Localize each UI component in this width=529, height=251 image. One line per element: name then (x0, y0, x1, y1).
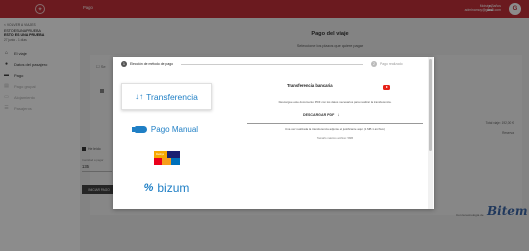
method-label: bizum (157, 181, 190, 195)
step-2: 2 Pago realizado (371, 61, 403, 67)
step-1: 1 Elección de método de pago (121, 61, 173, 67)
step-connector (181, 64, 363, 65)
bizum-icon: % (143, 182, 154, 194)
download-pdf-button[interactable]: DESCARGAR PDF ↓ (303, 112, 340, 117)
step-number: 2 (371, 61, 377, 67)
method-card[interactable]: Redsys (121, 146, 212, 170)
download-icon: ↓ (337, 112, 340, 117)
detail-title: Transferencia bancaria (287, 83, 333, 88)
stepper: 1 Elección de método de pago 2 Pago real… (113, 57, 427, 73)
method-label: Pago Manual (150, 124, 199, 134)
upload-proof-link[interactable]: Una vez realizada la transferencia adjun… (241, 127, 429, 131)
scrollbar-thumb[interactable] (429, 59, 432, 151)
transfer-arrows-icon: ↓↑ (135, 92, 144, 101)
method-transfer[interactable]: ↓↑ Transferencia (121, 83, 212, 110)
download-underline (247, 123, 423, 124)
method-bizum[interactable]: % bizum (121, 175, 212, 201)
step-label: Elección de método de pago (130, 62, 173, 66)
dialog-scrollbar[interactable] (428, 57, 433, 209)
download-label: DESCARGAR PDF (303, 112, 335, 117)
maestro-logo (162, 158, 171, 165)
payment-method-dialog: 1 Elección de método de pago 2 Pago real… (113, 57, 434, 209)
amex-logo (170, 158, 180, 165)
card-brands-icon: Redsys (153, 151, 180, 165)
youtube-icon[interactable] (383, 85, 390, 90)
detail-description: Descargue este documento PDF con los dat… (278, 100, 392, 104)
method-manual[interactable]: Pago Manual (121, 115, 212, 143)
step-number: 1 (121, 61, 127, 67)
hand-pointing-icon (131, 125, 147, 133)
step-label: Pago realizado (380, 62, 403, 66)
visa-logo (166, 151, 180, 158)
method-label: Transferencia (146, 91, 198, 102)
redsys-logo: Redsys (153, 151, 167, 158)
mastercard-logo (153, 158, 163, 165)
upload-size-hint: Tamaño máximo archivo: 5MB (316, 137, 354, 140)
